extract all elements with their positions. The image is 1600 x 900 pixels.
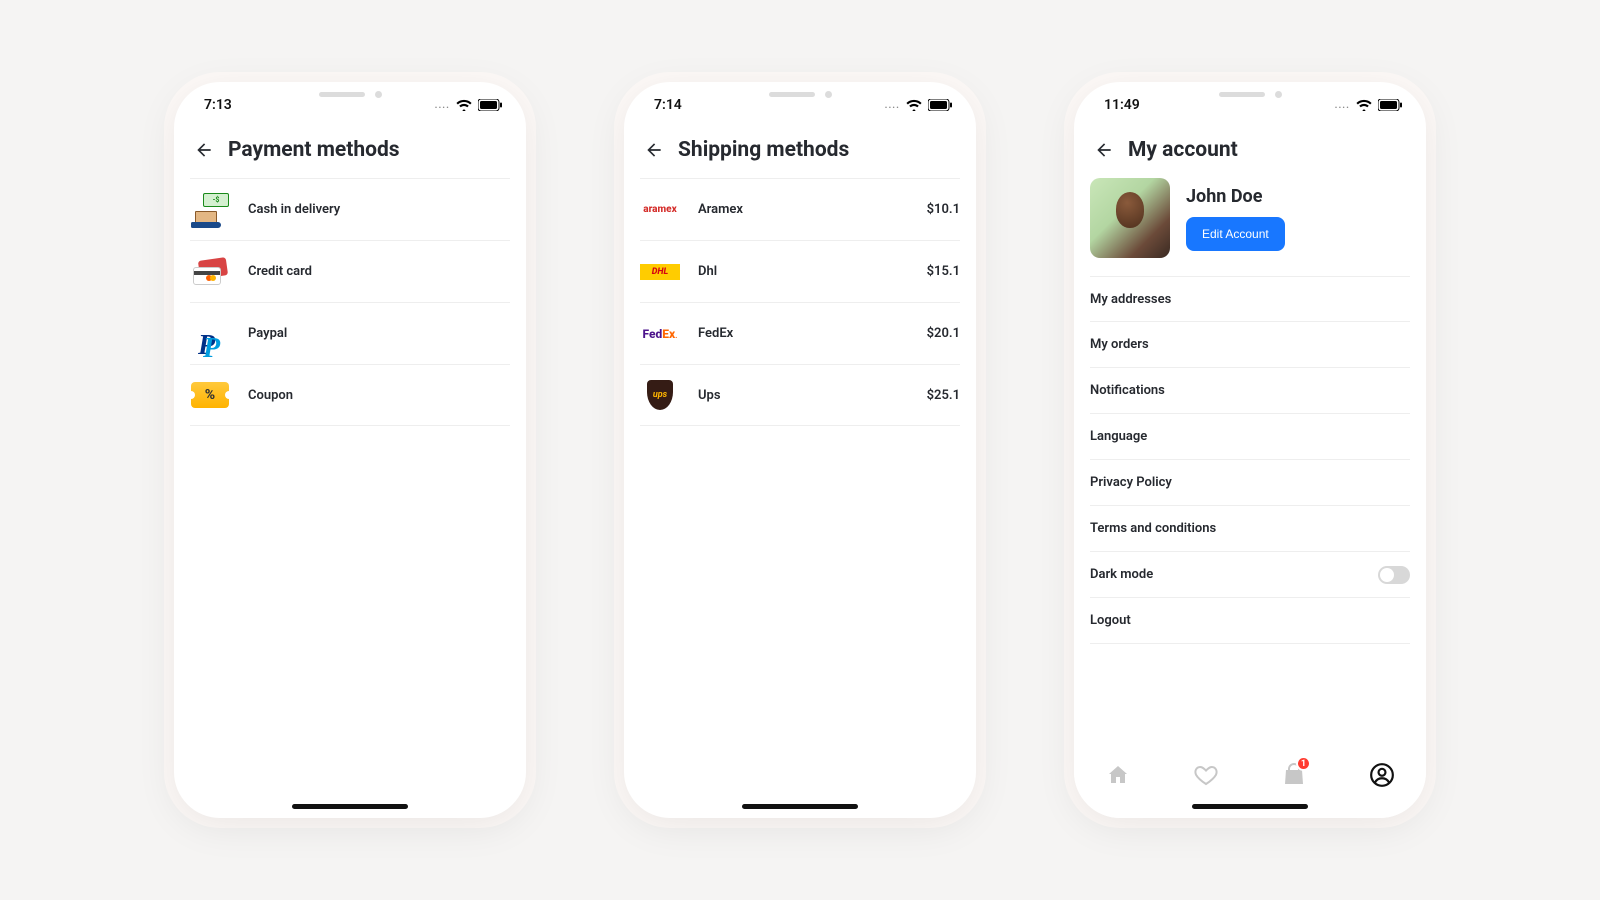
settings-row-privacy-policy[interactable]: Privacy Policy — [1090, 460, 1410, 506]
status-time: 7:13 — [204, 97, 232, 113]
phone-payment-methods: 7:13 .... Payment methods -$ Cash in del… — [174, 82, 526, 818]
page-title: Payment methods — [228, 138, 400, 162]
shipping-row-price: $25.1 — [927, 388, 960, 403]
nav-cart[interactable]: 1 — [1279, 760, 1309, 790]
settings-row-logout[interactable]: Logout — [1090, 598, 1410, 644]
settings-row-label: Logout — [1090, 613, 1131, 628]
home-indicator[interactable] — [1192, 804, 1308, 809]
wifi-icon — [456, 99, 472, 111]
payment-row-label: Paypal — [248, 326, 510, 341]
wifi-icon — [1356, 99, 1372, 111]
settings-row-label: My orders — [1090, 337, 1149, 352]
cart-badge: 1 — [1296, 756, 1311, 771]
credit-card-icon — [190, 252, 230, 292]
avatar[interactable] — [1090, 178, 1170, 258]
aramex-logo-icon: aramex — [640, 190, 680, 230]
payment-row-paypal[interactable]: PP Paypal — [190, 302, 510, 364]
page-header: Shipping methods — [624, 128, 976, 178]
dark-mode-toggle[interactable] — [1378, 566, 1410, 584]
settings-row-dark-mode: Dark mode — [1090, 552, 1410, 598]
coupon-icon: % — [190, 375, 230, 415]
payment-row-coupon[interactable]: % Coupon — [190, 364, 510, 426]
shipping-row-price: $10.1 — [927, 202, 960, 217]
settings-row-label: Privacy Policy — [1090, 475, 1172, 490]
phone-shipping-methods: 7:14 .... Shipping methods aramex Aramex… — [624, 82, 976, 818]
cellular-icon: .... — [435, 100, 450, 111]
wifi-icon — [906, 99, 922, 111]
shipping-row-label: Aramex — [698, 202, 909, 217]
shipping-method-list: aramex Aramex $10.1 DHL Dhl $15.1 FedEx.… — [624, 178, 976, 426]
account-settings-list: My addresses My orders Notifications Lan… — [1074, 276, 1426, 644]
status-right: .... — [435, 99, 502, 111]
dhl-logo-icon: DHL — [640, 252, 680, 292]
shipping-row-aramex[interactable]: aramex Aramex $10.1 — [640, 178, 960, 240]
settings-row-label: Terms and conditions — [1090, 521, 1216, 536]
shipping-row-label: FedEx — [698, 326, 909, 341]
shipping-row-ups[interactable]: ups Ups $25.1 — [640, 364, 960, 426]
nav-favorites[interactable] — [1191, 760, 1221, 790]
page-header: My account — [1074, 128, 1426, 172]
battery-icon — [478, 99, 502, 111]
fedex-logo-icon: FedEx. — [640, 314, 680, 354]
profile-block: John Doe Edit Account — [1074, 172, 1426, 276]
battery-icon — [928, 99, 952, 111]
nav-home[interactable] — [1103, 760, 1133, 790]
back-arrow-icon[interactable] — [1094, 140, 1114, 160]
back-arrow-icon[interactable] — [644, 140, 664, 160]
shipping-row-fedex[interactable]: FedEx. FedEx $20.1 — [640, 302, 960, 364]
shipping-row-label: Ups — [698, 388, 909, 403]
status-right: .... — [885, 99, 952, 111]
status-time: 11:49 — [1104, 97, 1140, 113]
settings-row-my-addresses[interactable]: My addresses — [1090, 276, 1410, 322]
page-header: Payment methods — [174, 128, 526, 178]
profile-name: John Doe — [1186, 186, 1285, 207]
page-title: Shipping methods — [678, 138, 849, 162]
home-indicator[interactable] — [742, 804, 858, 809]
ups-logo-icon: ups — [640, 375, 680, 415]
settings-row-label: My addresses — [1090, 292, 1171, 307]
phone-notch — [1175, 82, 1325, 106]
home-icon — [1106, 763, 1130, 787]
battery-icon — [1378, 99, 1402, 111]
phone-notch — [725, 82, 875, 106]
back-arrow-icon[interactable] — [194, 140, 214, 160]
heart-icon — [1194, 763, 1218, 787]
shipping-row-price: $20.1 — [927, 326, 960, 341]
settings-row-label: Dark mode — [1090, 567, 1153, 582]
paypal-icon: PP — [190, 314, 230, 354]
settings-row-label: Notifications — [1090, 383, 1165, 398]
page-title: My account — [1128, 138, 1238, 162]
settings-row-language[interactable]: Language — [1090, 414, 1410, 460]
payment-row-label: Coupon — [248, 388, 510, 403]
nav-account[interactable] — [1367, 760, 1397, 790]
cellular-icon: .... — [1335, 100, 1350, 111]
settings-row-my-orders[interactable]: My orders — [1090, 322, 1410, 368]
payment-row-cash-on-delivery[interactable]: -$ Cash in delivery — [190, 178, 510, 240]
shipping-row-label: Dhl — [698, 264, 909, 279]
edit-account-button[interactable]: Edit Account — [1186, 217, 1285, 251]
shipping-row-price: $15.1 — [927, 264, 960, 279]
settings-row-terms[interactable]: Terms and conditions — [1090, 506, 1410, 552]
payment-row-label: Credit card — [248, 264, 510, 279]
settings-row-label: Language — [1090, 429, 1147, 444]
cellular-icon: .... — [885, 100, 900, 111]
phone-notch — [275, 82, 425, 106]
status-right: .... — [1335, 99, 1402, 111]
shipping-row-dhl[interactable]: DHL Dhl $15.1 — [640, 240, 960, 302]
payment-method-list: -$ Cash in delivery Credit card PP Paypa… — [174, 178, 526, 426]
profile-info: John Doe Edit Account — [1186, 186, 1285, 251]
account-icon — [1369, 762, 1395, 788]
phone-my-account: 11:49 .... My account John Doe Edit Acco… — [1074, 82, 1426, 818]
payment-row-label: Cash in delivery — [248, 202, 510, 217]
cash-on-delivery-icon: -$ — [190, 190, 230, 230]
settings-row-notifications[interactable]: Notifications — [1090, 368, 1410, 414]
status-time: 7:14 — [654, 97, 682, 113]
home-indicator[interactable] — [292, 804, 408, 809]
payment-row-credit-card[interactable]: Credit card — [190, 240, 510, 302]
